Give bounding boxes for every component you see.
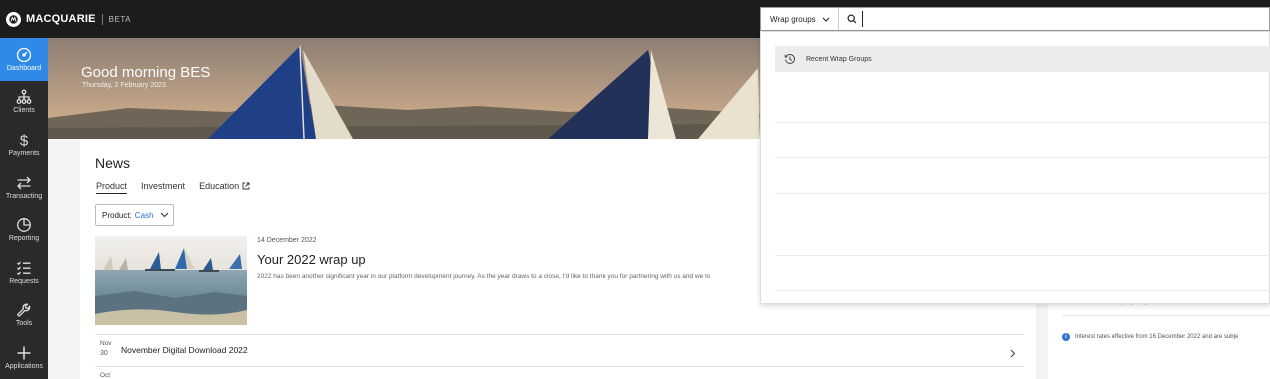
plus-icon bbox=[16, 345, 32, 361]
sidebar-item-reporting[interactable]: Reporting bbox=[0, 208, 48, 251]
dropdown-divider bbox=[775, 255, 1270, 256]
info-icon: i bbox=[1062, 333, 1070, 341]
checklist-icon bbox=[16, 260, 32, 276]
recent-wrap-groups-label: Recent Wrap Groups bbox=[806, 55, 872, 63]
brand[interactable]: MACQUARIE BETA bbox=[0, 0, 131, 38]
beta-label: BETA bbox=[108, 14, 131, 24]
sidebar-item-label: Clients bbox=[13, 107, 35, 115]
brand-divider bbox=[101, 13, 103, 25]
filter-value: Cash bbox=[134, 210, 154, 220]
rate-divider bbox=[1062, 315, 1270, 316]
news-title: News bbox=[95, 155, 131, 171]
greeting-date: Thursday, 2 February 2023 bbox=[82, 82, 166, 89]
rates-info-text: Interest rates effective from 16 Decembe… bbox=[1075, 334, 1239, 340]
search-input[interactable] bbox=[861, 11, 1242, 27]
chevron-down-icon bbox=[822, 17, 830, 22]
news-row[interactable]: Oct bbox=[95, 367, 1024, 379]
tab-education[interactable]: Education bbox=[199, 181, 250, 194]
sidebar-item-dashboard[interactable]: Dashboard bbox=[0, 38, 48, 81]
row-title: November Digital Download 2022 bbox=[121, 345, 248, 355]
article-title[interactable]: Your 2022 wrap up bbox=[257, 252, 366, 267]
sidebar-item-tools[interactable]: Tools bbox=[0, 294, 48, 337]
filter-label: Product: bbox=[102, 210, 132, 220]
sidebar-item-applications[interactable]: Applications bbox=[0, 336, 48, 379]
news-row[interactable]: Nov 30 November Digital Download 2022 bbox=[95, 335, 1024, 365]
sidebar-item-label: Tools bbox=[15, 320, 33, 328]
app-root: MACQUARIE BETA Dashboard Clients $ Payme… bbox=[0, 0, 1270, 379]
search-bar: Wrap groups bbox=[760, 7, 1270, 31]
sidebar: Dashboard Clients $ Payments Transacting… bbox=[0, 38, 48, 379]
dropdown-divider bbox=[775, 122, 1270, 123]
greeting: Good morning BES bbox=[81, 64, 211, 81]
swap-arrows-icon bbox=[16, 175, 32, 191]
search-results-dropdown: Recent Wrap Groups bbox=[760, 31, 1270, 304]
dropdown-divider bbox=[775, 193, 1270, 194]
rates-info-note: i Interest rates effective from 16 Decem… bbox=[1062, 333, 1238, 341]
sidebar-item-transacting[interactable]: Transacting bbox=[0, 166, 48, 209]
recent-wrap-groups-item[interactable]: Recent Wrap Groups bbox=[775, 46, 1270, 72]
sidebar-item-payments[interactable]: $ Payments bbox=[0, 123, 48, 166]
search-scope-label: Wrap groups bbox=[770, 14, 816, 24]
tab-investment[interactable]: Investment bbox=[141, 181, 185, 194]
search-scope-dropdown[interactable]: Wrap groups bbox=[761, 8, 839, 30]
row-month: Oct bbox=[100, 372, 111, 379]
sidebar-item-label: Requests bbox=[9, 277, 39, 285]
article-thumbnail[interactable] bbox=[95, 236, 247, 325]
sidebar-item-label: Reporting bbox=[8, 235, 40, 243]
article-sailboat-image bbox=[95, 236, 247, 325]
product-filter-dropdown[interactable]: Product: Cash bbox=[95, 204, 174, 226]
sidebar-item-label: Transacting bbox=[5, 192, 43, 200]
row-day: 30 bbox=[100, 350, 108, 357]
external-link-icon bbox=[242, 182, 250, 192]
svg-text:$: $ bbox=[20, 132, 29, 148]
sidebar-item-label: Applications bbox=[5, 362, 43, 370]
pie-chart-icon bbox=[16, 217, 32, 233]
sidebar-item-requests[interactable]: Requests bbox=[0, 251, 48, 294]
search-icon bbox=[847, 14, 857, 24]
brand-name: MACQUARIE bbox=[26, 13, 96, 25]
article-excerpt: 2022 has been another significant year i… bbox=[257, 273, 711, 280]
chevron-down-icon bbox=[160, 211, 169, 220]
sidebar-item-label: Payments bbox=[8, 149, 40, 157]
sidebar-item-label: Dashboard bbox=[6, 64, 42, 72]
row-month: Nov bbox=[100, 340, 112, 347]
org-chart-icon bbox=[16, 89, 32, 105]
chevron-right-icon bbox=[1010, 345, 1016, 363]
sidebar-item-clients[interactable]: Clients bbox=[0, 81, 48, 124]
news-tabs: Product Investment Education bbox=[96, 181, 250, 194]
history-icon bbox=[784, 53, 795, 64]
dropdown-divider bbox=[775, 157, 1270, 158]
dropdown-divider bbox=[775, 290, 1270, 291]
macquarie-logo-icon bbox=[6, 11, 21, 27]
tab-education-label: Education bbox=[199, 181, 240, 191]
dollar-icon: $ bbox=[16, 132, 32, 148]
wrench-icon bbox=[16, 302, 32, 318]
dashboard-icon bbox=[16, 47, 32, 63]
article-date: 14 December 2022 bbox=[257, 237, 317, 244]
tab-product[interactable]: Product bbox=[96, 181, 128, 194]
